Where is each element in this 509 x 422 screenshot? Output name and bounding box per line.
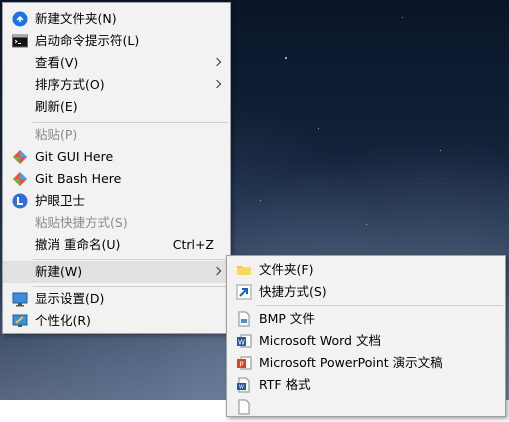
menu-item-shortcut: Ctrl+Z (172, 237, 214, 252)
svg-text:W: W (238, 339, 245, 347)
folder-icon (236, 262, 252, 278)
menu-separator (33, 122, 228, 123)
menu-item-label: 新建(W) (35, 264, 83, 279)
menu-item-label: Microsoft PowerPoint 演示文稿 (259, 355, 443, 370)
menu-item-label: Git Bash Here (35, 171, 122, 186)
menu-item-label: Git GUI Here (35, 149, 114, 164)
menu-item-display-settings[interactable]: 显示设置(D) (3, 288, 230, 310)
git-gui-icon (12, 149, 28, 165)
svg-text:W: W (239, 385, 244, 391)
menu-item-label: 粘贴快捷方式(S) (35, 215, 128, 230)
personalize-icon (12, 313, 28, 329)
submenu-item-rtf[interactable]: W RTF 格式 (227, 374, 505, 396)
menu-item-label: 个性化(R) (35, 313, 91, 328)
menu-item-label: RTF 格式 (259, 377, 311, 392)
menu-item-label: 刷新(E) (35, 99, 78, 114)
submenu-item-powerpoint[interactable]: P Microsoft PowerPoint 演示文稿 (227, 352, 505, 374)
menu-item-view[interactable]: 查看(V) (3, 52, 230, 74)
svg-text:P: P (239, 361, 243, 369)
menu-item-label: 启动命令提示符(L) (35, 33, 140, 48)
word-document-icon: W (236, 333, 252, 349)
chevron-right-icon (212, 266, 222, 276)
bmp-file-icon (236, 311, 252, 327)
desktop-context-menu: 新建文件夹(N) 启动命令提示符(L) 查看(V) 排序方式(O) 刷新(E) … (2, 2, 231, 334)
command-prompt-icon (12, 33, 28, 49)
menu-item-git-gui[interactable]: Git GUI Here (3, 146, 230, 168)
star (260, 200, 261, 201)
menu-separator (257, 305, 503, 306)
shortcut-arrow-icon (236, 284, 252, 300)
menu-item-git-bash[interactable]: Git Bash Here (3, 168, 230, 190)
menu-item-undo-rename[interactable]: 撤消 重命名(U) Ctrl+Z (3, 234, 230, 256)
submenu-item-partial[interactable] (227, 396, 505, 418)
eye-guard-logo-icon (12, 193, 28, 209)
new-folder-plus-icon (12, 11, 28, 27)
menu-item-personalize[interactable]: 个性化(R) (3, 310, 230, 332)
submenu-item-word[interactable]: W Microsoft Word 文档 (227, 330, 505, 352)
star (285, 57, 287, 59)
git-bash-icon (12, 171, 28, 187)
rtf-document-icon: W (236, 377, 252, 393)
submenu-item-folder[interactable]: 文件夹(F) (227, 259, 505, 281)
star (402, 17, 403, 18)
menu-item-label: 排序方式(O) (35, 77, 105, 92)
menu-item-label: 粘贴(P) (35, 127, 78, 142)
submenu-item-shortcut[interactable]: 快捷方式(S) (227, 281, 505, 303)
text-document-icon (236, 399, 252, 415)
new-submenu: 文件夹(F) 快捷方式(S) BMP 文件 W Microsoft Word 文… (226, 255, 506, 417)
menu-item-label: Microsoft Word 文档 (259, 333, 381, 348)
powerpoint-document-icon: P (236, 355, 252, 371)
menu-item-command-prompt[interactable]: 启动命令提示符(L) (3, 30, 230, 52)
menu-item-new[interactable]: 新建(W) (3, 261, 230, 283)
display-settings-icon (12, 291, 28, 307)
star (440, 150, 441, 151)
menu-item-sort-by[interactable]: 排序方式(O) (3, 74, 230, 96)
menu-item-paste[interactable]: 粘贴(P) (3, 124, 230, 146)
menu-item-label: 文件夹(F) (259, 262, 314, 277)
menu-item-paste-shortcut[interactable]: 粘贴快捷方式(S) (3, 212, 230, 234)
menu-item-refresh[interactable]: 刷新(E) (3, 96, 230, 118)
menu-item-label: 查看(V) (35, 55, 79, 70)
menu-item-label: 撤消 重命名(U) (35, 237, 121, 252)
menu-separator (33, 286, 228, 287)
menu-item-new-folder[interactable]: 新建文件夹(N) (3, 8, 230, 30)
menu-item-label: 显示设置(D) (35, 291, 105, 306)
menu-item-label: BMP 文件 (259, 311, 315, 326)
menu-item-label: 新建文件夹(N) (35, 11, 117, 26)
menu-separator (33, 259, 228, 260)
menu-item-eye-guard[interactable]: 护眼卫士 (3, 190, 230, 212)
star (366, 224, 367, 225)
menu-item-label: 护眼卫士 (35, 193, 86, 208)
star (318, 128, 319, 129)
submenu-item-bmp[interactable]: BMP 文件 (227, 308, 505, 330)
menu-item-label: 快捷方式(S) (259, 284, 327, 299)
chevron-right-icon (212, 57, 222, 67)
chevron-right-icon (212, 79, 222, 89)
